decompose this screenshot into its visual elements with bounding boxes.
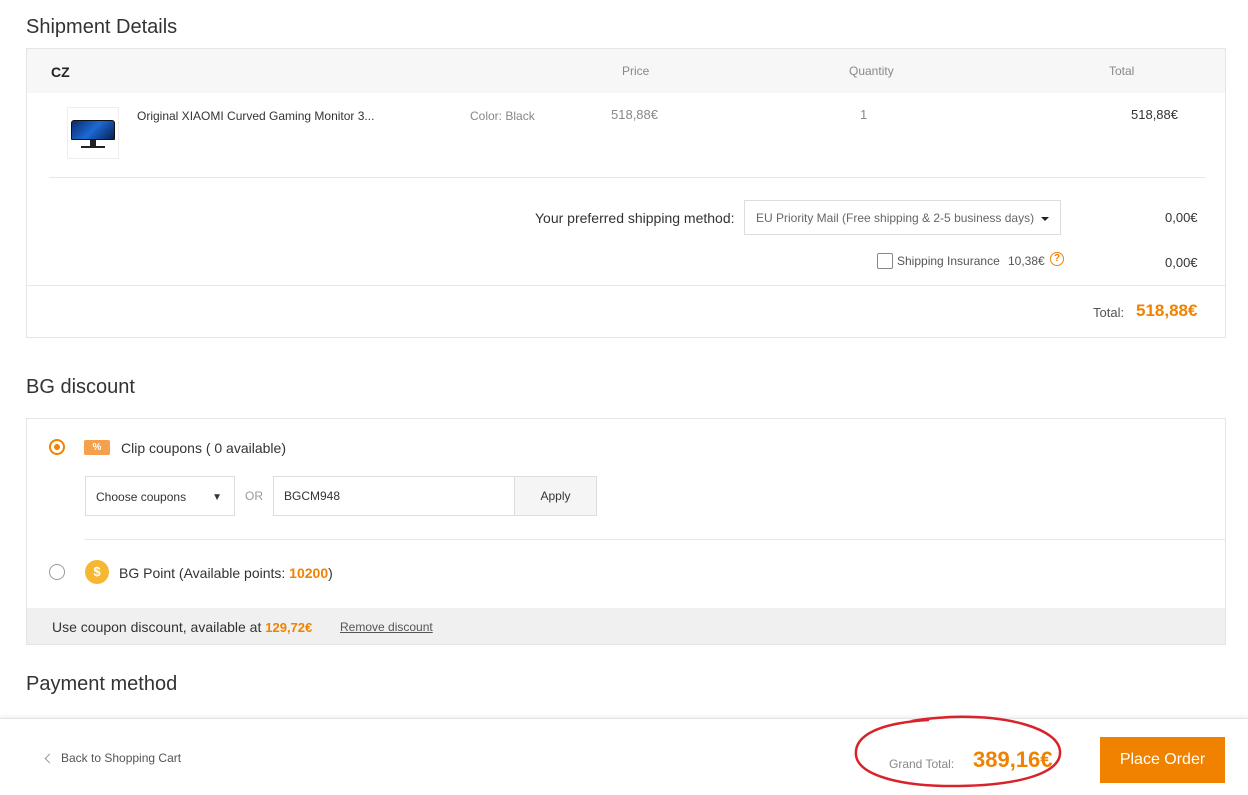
discount-title: BG discount [26,376,135,398]
choose-coupons-select[interactable]: Choose coupons ▼ [85,476,235,516]
country-code: CZ [51,64,70,80]
insurance-cost: 0,00€ [1165,255,1198,270]
shipping-method-label: Your preferred shipping method: [535,210,735,226]
clip-coupons-radio[interactable] [49,439,65,455]
quantity-header: Quantity [849,64,894,78]
question-help-icon[interactable]: ? [1050,252,1064,266]
coupon-ticket-icon: % [84,440,110,455]
clip-coupons-label[interactable]: Clip coupons ( 0 available) [121,440,286,456]
bg-point-label[interactable]: BG Point (Available points: 10200) [119,565,333,581]
product-color: Color: Black [470,109,535,123]
available-points: 10200 [289,565,329,581]
dollar-coin-icon: $ [85,560,109,584]
apply-coupon-button[interactable]: Apply [514,476,597,516]
divider [49,177,1206,178]
discount-footer: Use coupon discount, available at 129,72… [27,608,1225,644]
bg-point-radio[interactable] [49,564,65,580]
divider [27,285,1225,286]
checkout-bottom-bar: Back to Shopping Cart Grand Total: 389,1… [0,715,1248,795]
shipping-insurance-checkbox[interactable] [877,253,893,269]
back-to-cart-link[interactable]: Back to Shopping Cart [61,751,181,765]
monitor-image [71,120,115,140]
place-order-button[interactable]: Place Order [1100,737,1225,783]
payment-title: Payment method [26,673,178,695]
choose-coupons-value: Choose coupons [96,490,187,504]
shipping-insurance-price: 10,38€ [1008,254,1045,268]
remove-discount-link[interactable]: Remove discount [340,620,433,634]
product-quantity: 1 [860,107,868,122]
shipment-total-label: Total: [1093,305,1125,320]
shipping-method-value: EU Priority Mail (Free shipping & 2-5 bu… [756,211,1035,225]
divider [84,539,1226,540]
product-name-link[interactable]: Original XIAOMI Curved Gaming Monitor 3.… [137,109,374,123]
shipment-header: CZ Price Quantity Total [27,49,1225,93]
product-price: 518,88€ [611,107,658,122]
red-circle-annotation [854,715,1062,788]
triangle-down-icon: ▼ [212,492,222,503]
price-header: Price [622,64,650,78]
shipping-method-select[interactable]: EU Priority Mail (Free shipping & 2-5 bu… [744,200,1061,235]
coupon-discount-value: 129,72€ [265,620,313,635]
caret-down-icon [1041,217,1049,221]
shipment-title: Shipment Details [26,16,178,38]
total-header: Total [1109,64,1135,78]
chevron-left-icon[interactable] [44,753,55,764]
coupon-code-input[interactable] [273,476,515,516]
coupon-discount-text: Use coupon discount, available at 129,72… [52,619,313,635]
discount-box: % Clip coupons ( 0 available) Choose cou… [26,418,1226,645]
shipping-cost: 0,00€ [1165,210,1198,225]
shipment-total-value: 518,88€ [1136,301,1198,320]
product-total: 518,88€ [1131,107,1178,122]
product-thumbnail[interactable] [67,107,119,159]
shipping-insurance-label[interactable]: Shipping Insurance [897,254,1000,268]
or-separator: OR [245,489,263,503]
shipment-details-box: CZ Price Quantity Total Original XIAOMI … [26,48,1226,338]
